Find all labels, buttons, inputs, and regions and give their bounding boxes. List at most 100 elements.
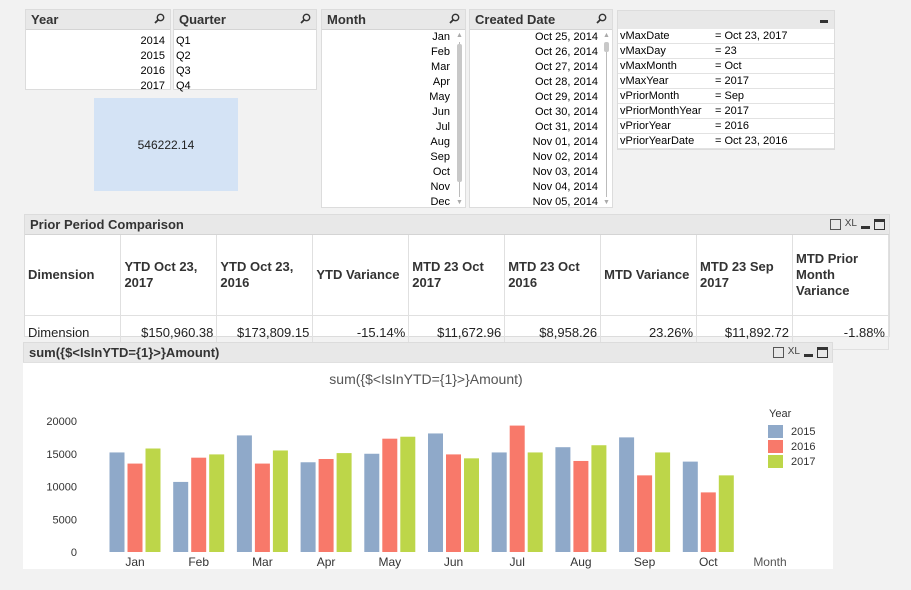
scroll-up-arrow-icon[interactable]: ▲ — [456, 32, 463, 40]
list-item[interactable]: 2015 — [26, 49, 170, 64]
print-icon[interactable] — [829, 218, 841, 230]
chart-title: sum({$<IsInYTD={1}>}Amount) — [329, 371, 522, 387]
variables-header — [618, 11, 834, 29]
comparison-title: Prior Period Comparison — [30, 217, 184, 232]
list-item[interactable]: Q4 — [174, 79, 316, 94]
x-tick-label: May — [378, 555, 401, 569]
search-icon[interactable] — [154, 13, 165, 24]
month-listbox-header: Month — [322, 10, 465, 30]
chart-bar — [591, 445, 607, 552]
variable-row: vMaxMonth = Oct — [618, 59, 834, 74]
legend-swatch — [768, 455, 783, 468]
variable-row: vMaxYear = 2017 — [618, 74, 834, 89]
list-item[interactable]: Oct 29, 2014 — [470, 90, 603, 105]
x-tick-label: Mar — [252, 555, 273, 569]
list-item[interactable]: Nov 03, 2014 — [470, 165, 603, 180]
variable-value: = Sep — [715, 90, 745, 102]
list-item[interactable]: Mar — [322, 60, 455, 75]
column-header[interactable]: MTD Prior Month Variance — [792, 235, 890, 316]
chart-bar — [109, 452, 125, 552]
year-listbox-header: Year — [26, 10, 170, 30]
maximize-icon[interactable] — [817, 346, 828, 358]
list-item[interactable]: Oct 25, 2014 — [470, 30, 603, 45]
year-listbox[interactable]: Year 2014 2015 2016 2017 — [25, 9, 171, 92]
list-item[interactable]: Oct 27, 2014 — [470, 60, 603, 75]
chart-panel: sum({$<IsInYTD={1}>}Amount) XL — [23, 342, 833, 363]
created-date-listbox[interactable]: Created Date Oct 25, 2014 Oct 26, 2014 O… — [469, 9, 613, 208]
chart-bar — [428, 433, 443, 552]
list-item[interactable]: Oct 30, 2014 — [470, 105, 603, 120]
list-item[interactable]: Dec — [322, 195, 455, 210]
chart-bar — [127, 463, 143, 552]
x-tick-label: Feb — [188, 555, 209, 569]
list-item[interactable]: Sep — [322, 150, 455, 165]
list-item[interactable]: Nov — [322, 180, 455, 195]
list-item[interactable]: Oct 28, 2014 — [470, 75, 603, 90]
y-tick-label: 20000 — [46, 416, 77, 428]
minimize-icon[interactable] — [820, 20, 828, 23]
chart-bar — [619, 437, 635, 552]
column-header[interactable]: YTD Variance — [312, 235, 410, 316]
list-item[interactable]: 2014 — [26, 34, 170, 49]
column-header[interactable]: MTD 23 Oct 2016 — [504, 235, 602, 316]
scroll-down-arrow-icon[interactable]: ▼ — [603, 199, 610, 207]
variable-name: vPriorYearDate — [620, 135, 695, 147]
list-item[interactable]: Q2 — [174, 49, 316, 64]
list-item[interactable]: 2017 — [26, 79, 170, 94]
column-header[interactable]: YTD Oct 23, 2016 — [216, 235, 314, 316]
scroll-thumb[interactable] — [604, 42, 609, 52]
chart-bar — [491, 452, 507, 552]
list-item[interactable]: Apr — [322, 75, 455, 90]
list-item[interactable]: Q3 — [174, 64, 316, 79]
chart-bar — [191, 457, 207, 552]
list-item[interactable]: Oct 31, 2014 — [470, 120, 603, 135]
quarter-list: Q1 Q2 Q3 Q4 — [174, 30, 316, 94]
send-to-excel-icon[interactable]: XL — [788, 346, 800, 358]
list-item[interactable]: Nov 02, 2014 — [470, 150, 603, 165]
column-header[interactable]: MTD 23 Sep 2017 — [696, 235, 793, 316]
list-item[interactable]: Nov 01, 2014 — [470, 135, 603, 150]
list-item[interactable]: Nov 04, 2014 — [470, 180, 603, 195]
list-item[interactable]: Oct — [322, 165, 455, 180]
created-date-scrollbar[interactable]: ▲ ▼ — [603, 32, 610, 207]
variable-value: = Oct 23, 2017 — [715, 30, 788, 42]
maximize-icon[interactable] — [874, 218, 885, 230]
column-header[interactable]: MTD Variance — [600, 235, 698, 316]
print-icon[interactable] — [772, 346, 784, 358]
column-header[interactable]: Dimension — [25, 235, 122, 316]
list-item[interactable]: Jan — [322, 30, 455, 45]
month-scrollbar[interactable]: ▲ ▼ — [456, 32, 463, 207]
list-item[interactable]: Jul — [322, 120, 455, 135]
variable-value: = Oct 23, 2016 — [715, 135, 788, 147]
list-item[interactable]: Oct 26, 2014 — [470, 45, 603, 60]
scroll-down-arrow-icon[interactable]: ▼ — [456, 199, 463, 207]
search-icon[interactable] — [449, 13, 460, 24]
month-listbox[interactable]: Month Jan Feb Mar Apr May Jun Jul Aug Se… — [321, 9, 466, 208]
minimize-icon[interactable] — [861, 226, 870, 229]
column-header[interactable]: MTD 23 Oct 2017 — [408, 235, 506, 316]
x-tick-label: Aug — [570, 555, 591, 569]
list-item[interactable]: Feb — [322, 45, 455, 60]
list-item[interactable]: Jun — [322, 105, 455, 120]
scroll-thumb[interactable] — [457, 44, 462, 182]
search-icon[interactable] — [300, 13, 311, 24]
x-tick-label: Jun — [444, 555, 463, 569]
column-header[interactable]: YTD Oct 23, 2017 — [120, 235, 218, 316]
scroll-track — [606, 42, 607, 197]
list-item[interactable]: Aug — [322, 135, 455, 150]
scroll-up-arrow-icon[interactable]: ▲ — [603, 32, 610, 40]
list-item[interactable]: Nov 05, 2014 — [470, 195, 603, 210]
legend-swatch — [768, 440, 783, 453]
list-item[interactable]: Q1 — [174, 34, 316, 49]
minimize-icon[interactable] — [804, 354, 813, 357]
x-tick-label: Jul — [510, 555, 525, 569]
list-item[interactable]: May — [322, 90, 455, 105]
list-item[interactable]: 2016 — [26, 64, 170, 79]
quarter-listbox[interactable]: Quarter Q1 Q2 Q3 Q4 — [173, 9, 317, 92]
comparison-controls: XL — [829, 218, 885, 230]
variable-value: = 2017 — [715, 105, 749, 117]
chart-bar — [555, 447, 571, 552]
search-icon[interactable] — [596, 13, 607, 24]
chart-controls: XL — [772, 346, 828, 358]
send-to-excel-icon[interactable]: XL — [845, 218, 857, 230]
